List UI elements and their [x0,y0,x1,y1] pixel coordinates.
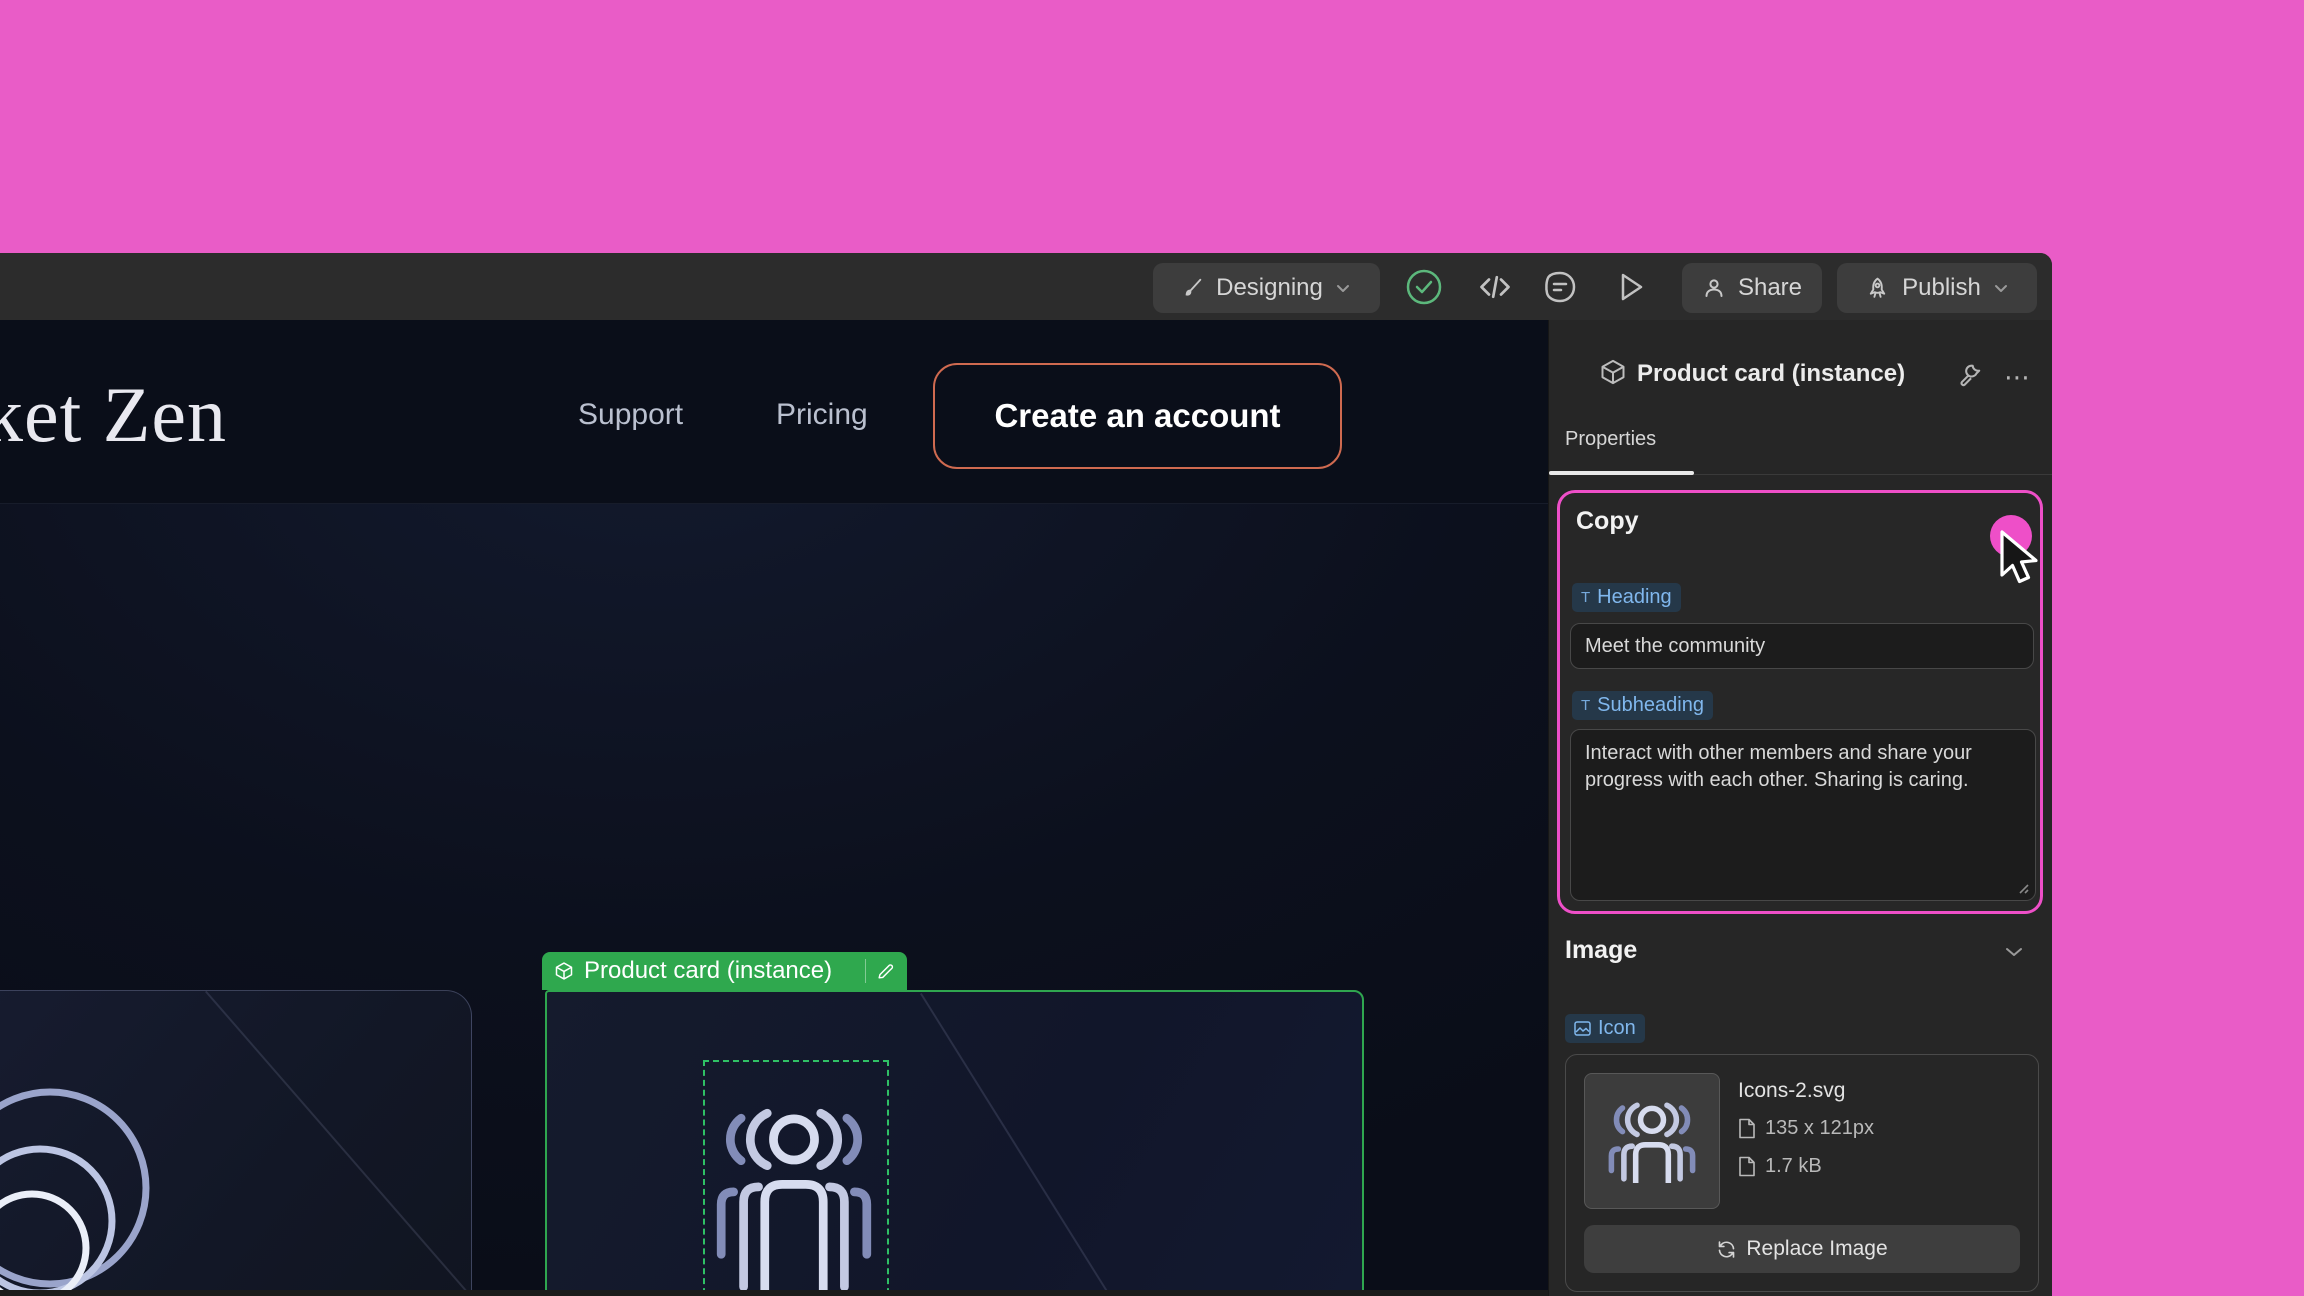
asset-thumbnail[interactable] [1584,1073,1720,1209]
chevron-down-icon[interactable] [2005,946,2023,958]
window-bottom-edge [0,1290,1548,1296]
replace-image-button[interactable]: Replace Image [1584,1225,2020,1273]
mouse-cursor [1992,528,2044,592]
share-button[interactable]: Share [1682,263,1822,313]
component-cube-icon [1599,358,1627,386]
designing-mode-button[interactable]: Designing [1153,263,1380,313]
subheading-textarea[interactable]: Interact with other members and share yo… [1570,729,2036,901]
active-tab-underline [1549,471,1694,475]
heading-input[interactable] [1570,623,2034,669]
image-section-title: Image [1565,936,1637,965]
resize-handle-icon[interactable] [2016,881,2030,895]
nav-link-support[interactable]: Support [578,398,683,432]
app-window: Designing [0,253,2052,1296]
chevron-down-icon [1993,280,2009,296]
more-options-icon[interactable]: ⋯ [2004,362,2032,393]
site-logo: ket Zen [0,370,227,460]
community-people-icon [710,1102,878,1296]
heading-chip-label: Heading [1597,586,1672,609]
asset-size-row: 1.7 kB [1738,1155,1822,1178]
nav-link-pricing[interactable]: Pricing [776,398,868,432]
pencil-icon[interactable] [876,962,895,981]
text-type-icon: T [1581,697,1590,714]
asset-file-name: Icons-2.svg [1738,1079,1845,1103]
image-asset-card: Icons-2.svg 135 x 121px 1.7 kB Replace I… [1565,1054,2039,1292]
asset-dimensions: 135 x 121px [1765,1117,1874,1140]
concentric-circles-illustration [0,1070,175,1296]
publish-button[interactable]: Publish [1837,263,2037,313]
design-canvas[interactable]: ket Zen Support Pricing Create an accoun… [0,320,1548,1296]
community-people-icon [1605,1099,1699,1183]
tab-properties[interactable]: Properties [1565,428,1656,451]
person-icon [1702,276,1726,300]
label-divider [865,959,866,983]
subheading-property-chip[interactable]: T Subheading [1572,691,1713,720]
selected-product-card[interactable] [545,990,1364,1296]
rocket-icon [1865,276,1890,301]
site-header: ket Zen Support Pricing Create an accoun… [0,320,1548,504]
asset-file-size: 1.7 kB [1765,1155,1822,1178]
replace-image-label: Replace Image [1746,1237,1887,1261]
copy-section-title: Copy [1576,507,1639,536]
selection-label[interactable]: Product card (instance) [542,952,907,990]
asset-dimensions-row: 135 x 121px [1738,1117,1874,1140]
refresh-icon [1716,1239,1737,1260]
toolbar: Designing [0,253,2052,321]
heading-property-chip[interactable]: T Heading [1572,583,1681,612]
create-account-button[interactable]: Create an account [933,363,1342,469]
panel-title: Product card (instance) [1637,360,1905,388]
share-label: Share [1738,274,1802,302]
selection-label-text: Product card (instance) [584,957,832,985]
publish-label: Publish [1902,274,1981,302]
text-type-icon: T [1581,589,1590,606]
code-icon[interactable] [1476,269,1514,305]
check-circle-icon[interactable] [1404,267,1444,307]
file-icon [1738,1118,1756,1139]
image-type-icon [1574,1021,1591,1036]
copy-section: Copy T Heading T Subheading Interact wit… [1557,490,2043,914]
properties-panel: Product card (instance) ⋯ Properties Cop… [1548,320,2052,1296]
designing-label: Designing [1216,274,1323,302]
file-icon [1738,1156,1756,1177]
wrench-icon[interactable] [1957,362,1983,388]
subheading-chip-label: Subheading [1597,694,1704,717]
icon-chip-label: Icon [1598,1017,1636,1040]
icon-property-chip[interactable]: Icon [1565,1014,1645,1043]
comment-icon[interactable] [1540,267,1580,307]
play-icon[interactable] [1612,269,1648,305]
paintbrush-icon [1182,277,1204,299]
component-cube-icon [554,961,574,981]
chevron-down-icon [1335,280,1351,296]
